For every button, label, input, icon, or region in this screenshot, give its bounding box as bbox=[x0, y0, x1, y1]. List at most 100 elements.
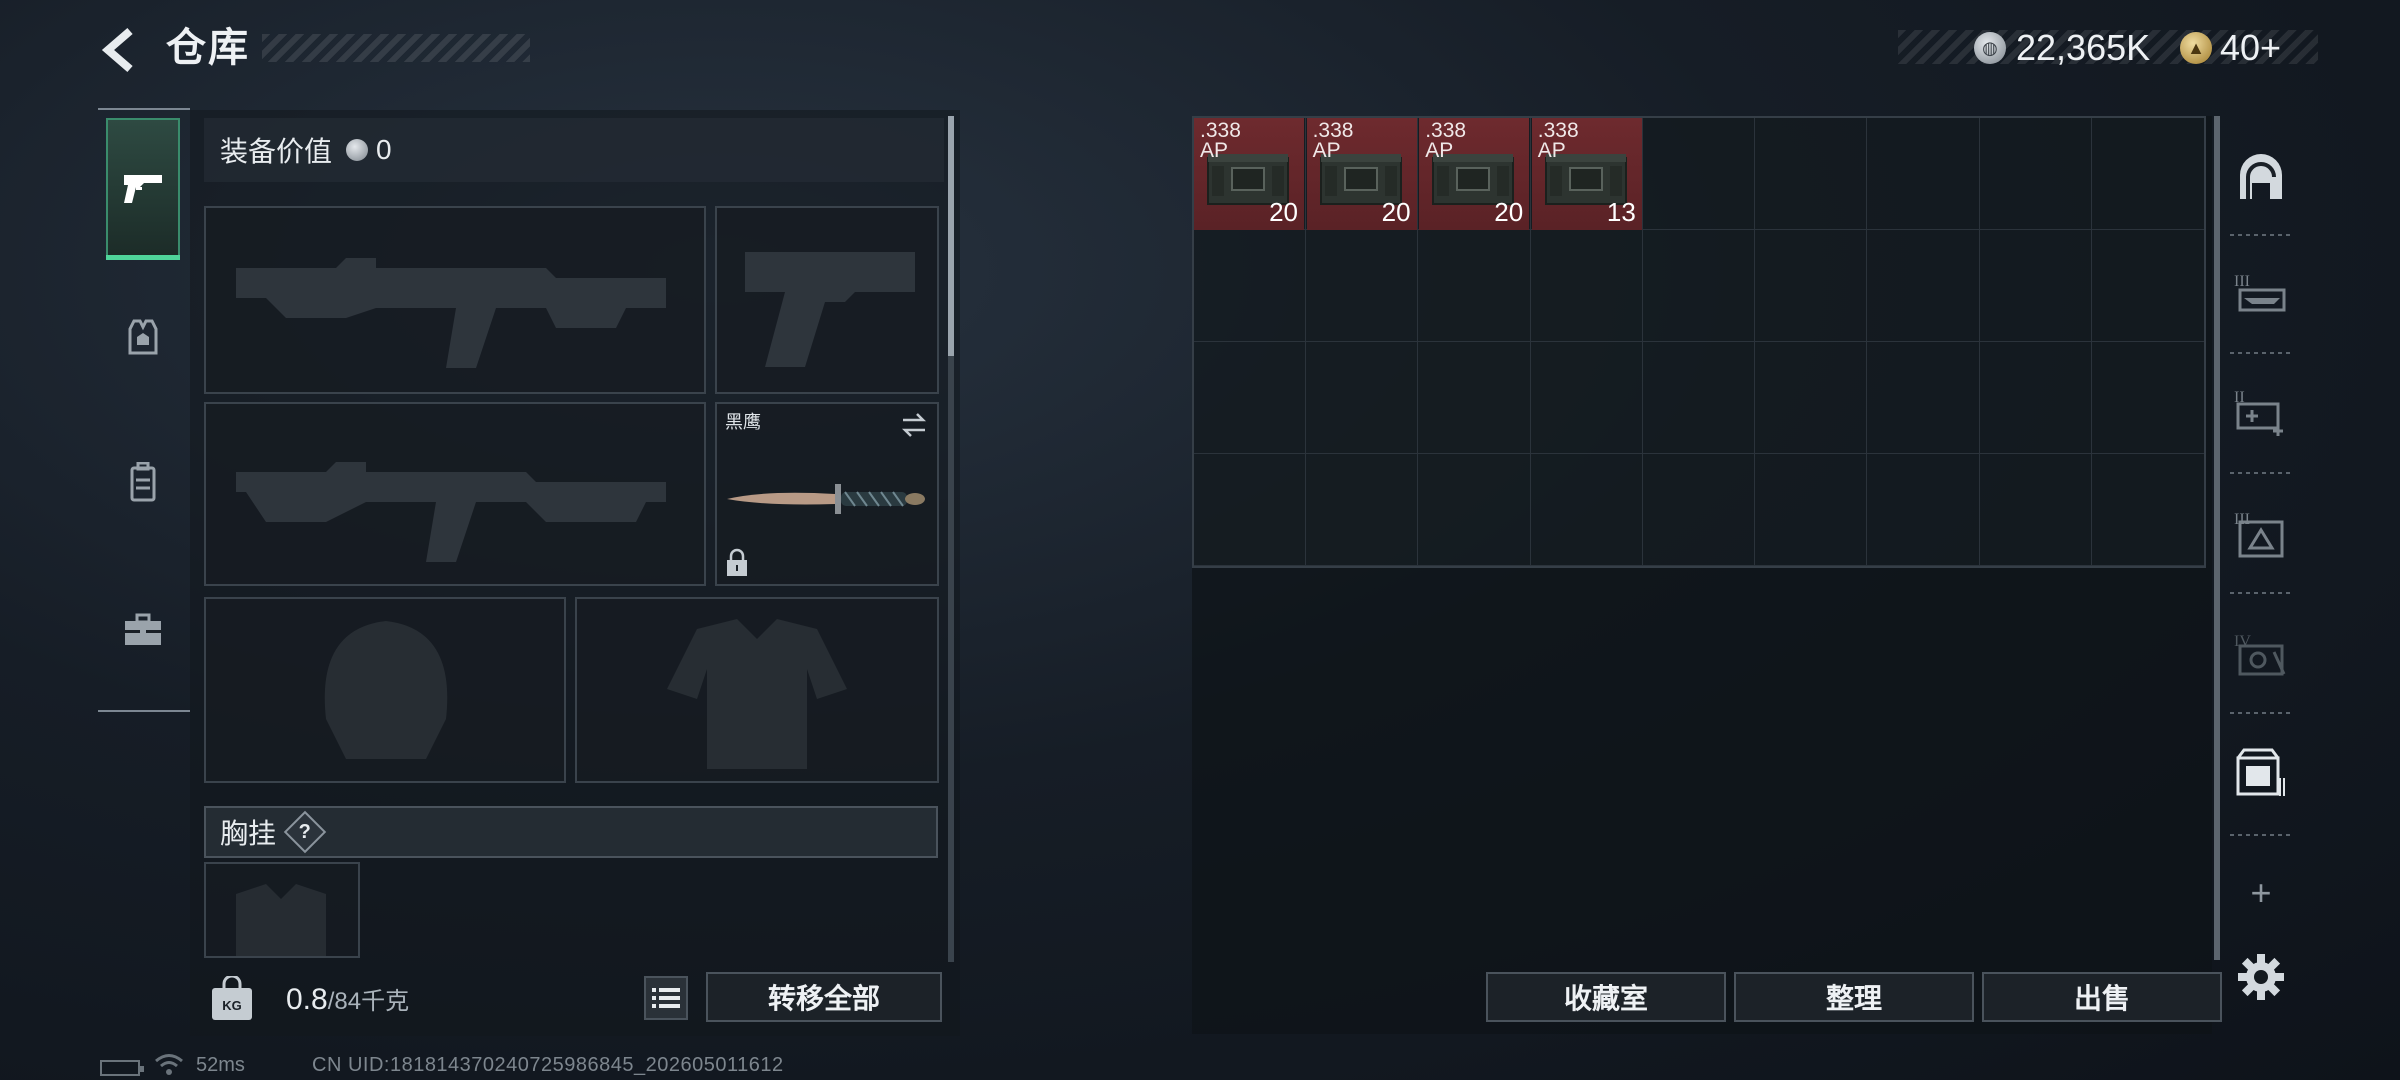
knife-icon bbox=[727, 484, 925, 514]
svg-text:KG: KG bbox=[222, 998, 242, 1013]
ping-readout: 52ms bbox=[196, 1054, 245, 1076]
storage-cell[interactable] bbox=[1530, 454, 1643, 566]
storage-cell[interactable] bbox=[1755, 342, 1868, 454]
ammo-caliber: .338 bbox=[1200, 119, 1241, 142]
swap-icon[interactable] bbox=[899, 410, 929, 440]
storage-cell[interactable] bbox=[1755, 454, 1868, 566]
secondary-weapon-slot[interactable] bbox=[204, 402, 706, 586]
loadout-scroll-thumb[interactable] bbox=[948, 116, 954, 356]
storage-cell[interactable] bbox=[2091, 230, 2204, 342]
melee-weapon-name: 黑鹰 bbox=[725, 412, 761, 432]
collection-room-button[interactable]: 收藏室 bbox=[1486, 972, 1726, 1022]
storage-cell[interactable] bbox=[1867, 342, 1980, 454]
storage-cell[interactable] bbox=[1194, 230, 1307, 342]
ammo-type: AP bbox=[1425, 139, 1454, 162]
rail-divider bbox=[2230, 834, 2292, 836]
lock-icon bbox=[727, 548, 747, 576]
chest-rig-icon bbox=[236, 884, 326, 956]
ammo-quantity: 20 bbox=[1381, 197, 1411, 227]
rail-divider bbox=[2230, 592, 2292, 594]
storage-cell[interactable] bbox=[1306, 342, 1419, 454]
storage-cell[interactable] bbox=[1867, 454, 1980, 566]
ammo-item[interactable]: .338 AP 20 bbox=[1419, 118, 1530, 230]
help-icon[interactable]: ? bbox=[283, 810, 327, 854]
crate-icon bbox=[2236, 748, 2285, 796]
rifle-icon bbox=[236, 462, 666, 562]
settings-gear-icon[interactable] bbox=[2236, 952, 2286, 1002]
rail-divider bbox=[2230, 472, 2292, 474]
rifle-icon bbox=[236, 258, 666, 368]
storage-cell[interactable] bbox=[2091, 454, 2204, 566]
vest-icon bbox=[128, 319, 158, 355]
organize-button[interactable]: 整理 bbox=[1734, 972, 1974, 1022]
storage-cell[interactable] bbox=[1418, 454, 1531, 566]
helmet-slot[interactable] bbox=[204, 597, 566, 783]
tab-armor[interactable] bbox=[106, 268, 180, 408]
tab-rail-divider bbox=[98, 108, 190, 110]
carry-weight-max: /84千克 bbox=[327, 988, 410, 1015]
storage-cell[interactable] bbox=[1418, 230, 1531, 342]
rail-storage-tier-3b[interactable]: III bbox=[2232, 504, 2290, 562]
list-view-button[interactable] bbox=[644, 976, 688, 1020]
chest-rig-header: 胸挂 ? bbox=[204, 806, 938, 858]
tab-weapons[interactable] bbox=[106, 118, 180, 260]
storage-cell[interactable] bbox=[1306, 230, 1419, 342]
pistol-slot[interactable] bbox=[715, 206, 939, 394]
weight-icon: KG bbox=[212, 976, 252, 1020]
storage-cell[interactable] bbox=[1194, 454, 1307, 566]
tab-case[interactable] bbox=[106, 560, 180, 700]
storage-cell[interactable] bbox=[1642, 342, 1756, 454]
storage-cell[interactable] bbox=[1642, 118, 1756, 230]
rail-main-storage[interactable] bbox=[2232, 148, 2290, 206]
add-storage-button[interactable]: + bbox=[2244, 872, 2278, 913]
storage-cell[interactable] bbox=[2091, 118, 2204, 230]
primary-weapon-slot[interactable] bbox=[204, 206, 706, 394]
list-icon bbox=[652, 988, 680, 1008]
back-button[interactable] bbox=[96, 22, 144, 78]
ammo-caliber: .338 bbox=[1425, 119, 1467, 142]
rail-storage-tier-4[interactable]: IV bbox=[2232, 626, 2290, 684]
rail-storage-crate[interactable] bbox=[2232, 744, 2290, 802]
storage-cell[interactable] bbox=[1530, 230, 1643, 342]
storage-cell[interactable] bbox=[1979, 230, 2092, 342]
storage-cell[interactable] bbox=[1306, 454, 1419, 566]
storage-cell[interactable] bbox=[1979, 342, 2092, 454]
chest-rig-label: 胸挂 bbox=[220, 818, 277, 849]
rail-storage-tier-2[interactable]: II bbox=[2232, 382, 2290, 440]
storage-cell[interactable] bbox=[1979, 454, 2092, 566]
tools-box-icon: IV bbox=[2234, 633, 2286, 676]
token-balance[interactable]: 40+ bbox=[2220, 24, 2281, 72]
ammo-item[interactable]: .338 AP 13 bbox=[1531, 118, 1642, 230]
storage-cell[interactable] bbox=[1755, 230, 1868, 342]
coin-balance: 22,365K bbox=[2016, 27, 2151, 68]
storage-cell[interactable] bbox=[1979, 118, 2092, 230]
storage-cell[interactable] bbox=[1867, 118, 1980, 230]
chest-rig-slot[interactable] bbox=[204, 862, 360, 958]
rail-divider bbox=[2230, 712, 2292, 714]
storage-cell[interactable] bbox=[1867, 230, 1980, 342]
storage-cell[interactable] bbox=[1418, 342, 1531, 454]
equipment-value: 0 bbox=[376, 134, 392, 165]
ammo-item[interactable]: .338 AP 20 bbox=[1306, 118, 1417, 230]
title-decoration bbox=[262, 34, 530, 62]
ammo-type: AP bbox=[1312, 139, 1341, 162]
storage-cell[interactable] bbox=[1642, 230, 1756, 342]
transfer-all-button[interactable]: 转移全部 bbox=[706, 972, 942, 1022]
weapon-rack-icon: III bbox=[2234, 273, 2286, 312]
storage-cell[interactable] bbox=[2091, 342, 2204, 454]
ammo-item[interactable]: .338 AP 20 bbox=[1194, 118, 1304, 230]
tab-backpack[interactable] bbox=[106, 412, 180, 552]
storage-cell[interactable] bbox=[1755, 118, 1868, 230]
page-title: 仓库 bbox=[166, 26, 250, 70]
sell-button[interactable]: 出售 bbox=[1982, 972, 2222, 1022]
melee-slot[interactable]: 黑鹰 bbox=[715, 402, 939, 586]
storage-scrollbar[interactable] bbox=[2214, 116, 2220, 960]
user-uid: CN UID:181814370240725986845_20260501161… bbox=[312, 1054, 784, 1076]
rail-storage-tier-3[interactable]: III bbox=[2232, 264, 2290, 322]
body-armor-icon bbox=[667, 619, 847, 769]
body-armor-slot[interactable] bbox=[575, 597, 939, 783]
toolbox-icon bbox=[125, 613, 161, 645]
storage-cell[interactable] bbox=[1642, 454, 1756, 566]
storage-cell[interactable] bbox=[1530, 342, 1643, 454]
storage-cell[interactable] bbox=[1194, 342, 1307, 454]
